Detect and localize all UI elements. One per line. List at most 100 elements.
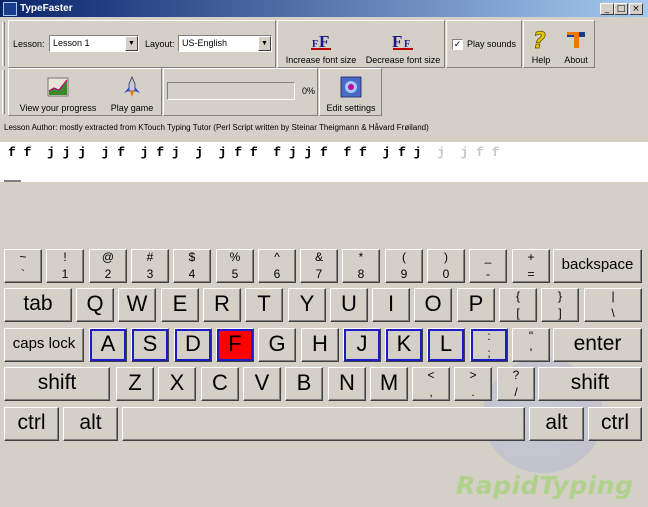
key-ctrl-right[interactable]: ctrl bbox=[588, 407, 642, 441]
minimize-button[interactable]: _ bbox=[600, 3, 614, 15]
key-d[interactable]: D bbox=[174, 328, 212, 362]
key-base-symbol: 8 bbox=[357, 267, 365, 281]
about-button[interactable]: About bbox=[560, 23, 592, 67]
key-4[interactable]: $4 bbox=[173, 249, 211, 283]
key-e[interactable]: E bbox=[161, 288, 199, 322]
lesson-layout-group: Lesson: Lesson 1 ▼ Layout: US-English ▼ bbox=[8, 20, 276, 68]
key-1[interactable]: ! 1 bbox=[46, 249, 84, 283]
key-m[interactable]: M bbox=[370, 367, 408, 401]
typing-area[interactable]: f f j j j j f j f j j j f f f j j f f f … bbox=[0, 142, 648, 182]
chart-icon bbox=[47, 77, 69, 97]
key-u[interactable]: U bbox=[330, 288, 368, 322]
key-=[interactable]: + = bbox=[512, 249, 550, 283]
key-caps-lock[interactable]: caps lock bbox=[4, 328, 84, 362]
key-shift-symbol: > bbox=[469, 368, 477, 382]
secondary-toolbar: View your progress Play game 0% Edit set… bbox=[0, 68, 648, 116]
lesson-text: f f j j j j f j f j j j f f f j j f f f … bbox=[8, 145, 500, 160]
typed-text: f f j j j j f j f j j j f f f j j f f f … bbox=[8, 145, 430, 160]
toolbar-grip[interactable] bbox=[2, 70, 5, 114]
key-period[interactable]: >. bbox=[454, 367, 492, 401]
key-s[interactable]: S bbox=[131, 328, 169, 362]
key-w[interactable]: W bbox=[118, 288, 156, 322]
key-c[interactable]: C bbox=[201, 367, 239, 401]
key-o[interactable]: O bbox=[414, 288, 452, 322]
key-p[interactable]: P bbox=[457, 288, 495, 322]
key-semicolon[interactable]: :; bbox=[470, 328, 508, 362]
key-q[interactable]: Q bbox=[76, 288, 114, 322]
text-cursor bbox=[4, 180, 21, 182]
key-backslash[interactable]: | \ bbox=[584, 288, 642, 322]
key-`[interactable]: ~ ` bbox=[4, 249, 42, 283]
key-base-symbol: . bbox=[471, 385, 475, 399]
help-button[interactable]: ? Help bbox=[526, 23, 556, 67]
play-game-button[interactable]: Play game bbox=[105, 71, 159, 115]
key-space[interactable] bbox=[122, 407, 525, 441]
key--[interactable]: _ - bbox=[469, 249, 507, 283]
key-shift-symbol: % bbox=[229, 250, 241, 264]
key-shift-symbol: _ bbox=[484, 250, 492, 264]
key-shift-left[interactable]: shift bbox=[4, 367, 110, 401]
key-b[interactable]: B bbox=[285, 367, 323, 401]
key-t[interactable]: T bbox=[245, 288, 283, 322]
key-quote[interactable]: " ' bbox=[512, 328, 550, 362]
key-8[interactable]: * 8 bbox=[342, 249, 380, 283]
toolbar-grip[interactable] bbox=[2, 22, 5, 66]
key-bracket-left[interactable]: {[ bbox=[499, 288, 537, 322]
key-shift-symbol: * bbox=[358, 250, 364, 264]
key-slash[interactable]: ? / bbox=[497, 367, 535, 401]
key-h[interactable]: H bbox=[301, 328, 339, 362]
increase-font-button[interactable]: F F Increase font size bbox=[282, 23, 360, 67]
maximize-button[interactable]: □ bbox=[614, 3, 628, 15]
key-y[interactable]: Y bbox=[288, 288, 326, 322]
decrease-font-button[interactable]: F F Decrease font size bbox=[362, 23, 444, 67]
key-shift-symbol: ( bbox=[402, 250, 406, 264]
key-comma[interactable]: <, bbox=[412, 367, 450, 401]
key-2[interactable]: @2 bbox=[89, 249, 127, 283]
key-tab[interactable]: tab bbox=[4, 288, 72, 322]
key-5[interactable]: % 5 bbox=[216, 249, 254, 283]
key-base-symbol: - bbox=[486, 267, 490, 281]
key-shift-right[interactable]: shift bbox=[538, 367, 642, 401]
key-x[interactable]: X bbox=[158, 367, 196, 401]
key-a[interactable]: A bbox=[89, 328, 127, 362]
key-ctrl-left[interactable]: ctrl bbox=[4, 407, 59, 441]
help-icon: ? bbox=[533, 29, 547, 51]
key-l[interactable]: L bbox=[427, 328, 465, 362]
decrease-font-label: Decrease font size bbox=[365, 55, 441, 65]
key-alt-left[interactable]: alt bbox=[63, 407, 118, 441]
key-k[interactable]: K bbox=[385, 328, 423, 362]
chevron-down-icon[interactable]: ▼ bbox=[125, 36, 138, 51]
key-base-symbol: 4 bbox=[188, 267, 196, 281]
view-progress-button[interactable]: View your progress bbox=[13, 71, 103, 115]
chevron-down-icon[interactable]: ▼ bbox=[258, 36, 271, 51]
lesson-select[interactable]: Lesson 1 ▼ bbox=[49, 35, 139, 52]
key-3[interactable]: #3 bbox=[131, 249, 169, 283]
key-v[interactable]: V bbox=[243, 367, 281, 401]
key-shift-symbol: } bbox=[557, 289, 562, 303]
play-sounds-label[interactable]: Play sounds bbox=[467, 39, 516, 49]
key-0[interactable]: ) 0 bbox=[427, 249, 465, 283]
help-label: Help bbox=[531, 55, 551, 65]
key-z[interactable]: Z bbox=[116, 367, 154, 401]
key-bracket-right[interactable]: }] bbox=[541, 288, 579, 322]
key-i[interactable]: I bbox=[372, 288, 410, 322]
key-g[interactable]: G bbox=[258, 328, 296, 362]
key-9[interactable]: (9 bbox=[385, 249, 423, 283]
key-7[interactable]: & 7 bbox=[300, 249, 338, 283]
key-j[interactable]: J bbox=[343, 328, 381, 362]
main-toolbar: Lesson: Lesson 1 ▼ Layout: US-English ▼ … bbox=[0, 20, 648, 68]
watermark-text: RapidTyping bbox=[456, 471, 634, 500]
key-alt-right[interactable]: alt bbox=[529, 407, 584, 441]
key-f[interactable]: F bbox=[216, 328, 254, 362]
play-sounds-checkbox[interactable]: ✓ bbox=[452, 39, 463, 50]
key-n[interactable]: N bbox=[328, 367, 366, 401]
key-r[interactable]: R bbox=[203, 288, 241, 322]
key-enter[interactable]: enter bbox=[553, 328, 642, 362]
edit-settings-button[interactable]: Edit settings bbox=[322, 71, 380, 115]
key-6[interactable]: ^ 6 bbox=[258, 249, 296, 283]
key-backspace[interactable]: backspace bbox=[553, 249, 642, 283]
layout-select[interactable]: US-English ▼ bbox=[178, 35, 272, 52]
title-bar[interactable]: TypeFaster _ □ × bbox=[0, 0, 648, 18]
key-shift-symbol: : bbox=[487, 329, 491, 343]
close-button[interactable]: × bbox=[629, 3, 643, 15]
